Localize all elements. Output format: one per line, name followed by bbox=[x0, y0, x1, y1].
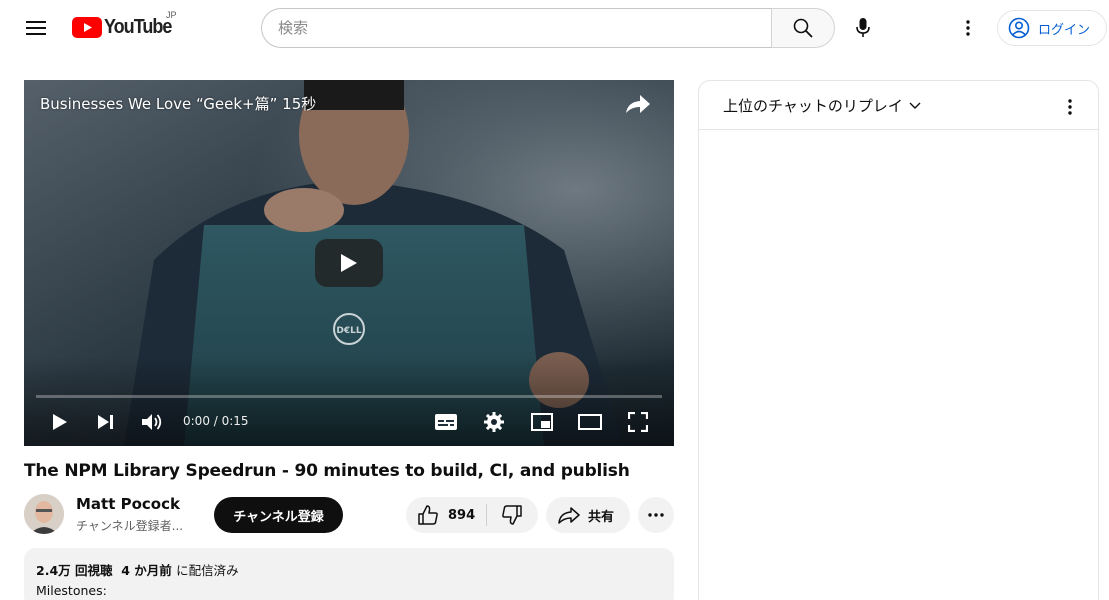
share-arrow-icon bbox=[558, 507, 580, 524]
more-actions-button[interactable] bbox=[638, 497, 674, 533]
gear-icon bbox=[484, 412, 504, 432]
subscriber-count: チャンネル登録者... bbox=[76, 519, 184, 533]
publish-suffix: に配信済み bbox=[176, 563, 239, 578]
theater-mode-button[interactable] bbox=[576, 408, 604, 436]
mute-button[interactable] bbox=[138, 408, 166, 436]
skip-next-icon bbox=[98, 415, 113, 429]
horizontal-dots-icon bbox=[648, 513, 664, 517]
hamburger-menu-icon bbox=[26, 21, 46, 35]
chat-mode-label: 上位のチャットのリプレイ bbox=[723, 97, 903, 115]
search-icon bbox=[793, 18, 813, 38]
live-chat-replay-panel: 上位のチャットのリプレイ bbox=[698, 80, 1099, 600]
large-play-button[interactable] bbox=[315, 239, 383, 287]
account-circle-icon bbox=[1008, 17, 1030, 39]
channel-name[interactable]: Matt Pocock bbox=[76, 495, 180, 513]
player-overlay-title[interactable]: Businesses We Love “Geek+篇” 15秒 bbox=[40, 93, 316, 114]
vertical-dots-icon bbox=[966, 20, 970, 36]
miniplayer-button[interactable] bbox=[528, 408, 556, 436]
settings-more-button[interactable] bbox=[952, 12, 984, 44]
share-label: 共有 bbox=[588, 509, 615, 525]
chat-mode-dropdown[interactable]: 上位のチャットのリプレイ bbox=[723, 95, 921, 116]
volume-icon bbox=[142, 414, 162, 430]
subtitles-button[interactable] bbox=[432, 408, 460, 436]
time-display: 0:00 / 0:15 bbox=[183, 414, 249, 428]
chevron-down-icon bbox=[909, 102, 921, 109]
play-button[interactable] bbox=[46, 408, 74, 436]
guide-menu-button[interactable] bbox=[20, 12, 52, 44]
voice-search-button[interactable] bbox=[843, 8, 883, 48]
subscribe-button[interactable]: チャンネル登録 bbox=[214, 497, 343, 533]
login-label: ログイン bbox=[1038, 22, 1091, 38]
miniplayer-icon bbox=[531, 413, 553, 431]
chat-header: 上位のチャットのリプレイ bbox=[699, 81, 1098, 130]
captions-icon bbox=[435, 414, 457, 430]
video-player[interactable]: D€LL Businesses We Love “Geek+篇” 15秒 0:0… bbox=[24, 80, 674, 446]
search-box[interactable] bbox=[261, 8, 772, 48]
fullscreen-icon bbox=[628, 412, 648, 432]
play-icon bbox=[53, 414, 67, 430]
youtube-play-logo-icon bbox=[72, 16, 102, 38]
country-code: JP bbox=[166, 10, 177, 20]
description-text: Milestones: bbox=[36, 583, 107, 598]
logo-wordmark: YouTube bbox=[104, 15, 172, 38]
next-button[interactable] bbox=[92, 408, 120, 436]
thumbs-down-icon bbox=[502, 505, 522, 525]
youtube-logo[interactable]: YouTube bbox=[72, 14, 179, 40]
view-count: 2.4万 回視聴 bbox=[36, 563, 113, 578]
svg-text:D€LL: D€LL bbox=[336, 326, 361, 336]
vertical-dots-icon bbox=[1068, 99, 1072, 115]
thumbs-up-icon bbox=[418, 505, 438, 525]
like-dislike-group: 894 bbox=[406, 497, 538, 533]
login-button[interactable]: ログイン bbox=[997, 10, 1107, 46]
share-button[interactable]: 共有 bbox=[546, 497, 630, 533]
masthead: YouTube JP ログイン bbox=[0, 0, 1109, 56]
like-button[interactable]: 894 bbox=[406, 497, 486, 533]
play-icon bbox=[341, 254, 357, 272]
avatar-image bbox=[24, 494, 64, 534]
share-arrow-icon[interactable] bbox=[624, 92, 652, 116]
description-box[interactable]: 2.4万 回視聴 4 か月前 に配信済み Milestones: bbox=[24, 548, 674, 600]
search-button[interactable] bbox=[771, 8, 835, 48]
video-title: The NPM Library Speedrun - 90 minutes to… bbox=[24, 461, 630, 481]
channel-avatar[interactable] bbox=[24, 494, 64, 534]
publish-date: 4 か月前 bbox=[121, 563, 172, 578]
settings-button[interactable] bbox=[480, 408, 508, 436]
search-input[interactable] bbox=[278, 19, 756, 37]
description-meta: 2.4万 回視聴 4 か月前 に配信済み bbox=[36, 560, 662, 579]
chat-more-button[interactable] bbox=[1056, 93, 1084, 121]
like-count: 894 bbox=[448, 507, 476, 523]
dislike-button[interactable] bbox=[487, 497, 537, 533]
theater-mode-icon bbox=[578, 414, 602, 430]
microphone-icon bbox=[856, 18, 870, 37]
fullscreen-button[interactable] bbox=[624, 408, 652, 436]
progress-bar[interactable] bbox=[36, 395, 662, 398]
